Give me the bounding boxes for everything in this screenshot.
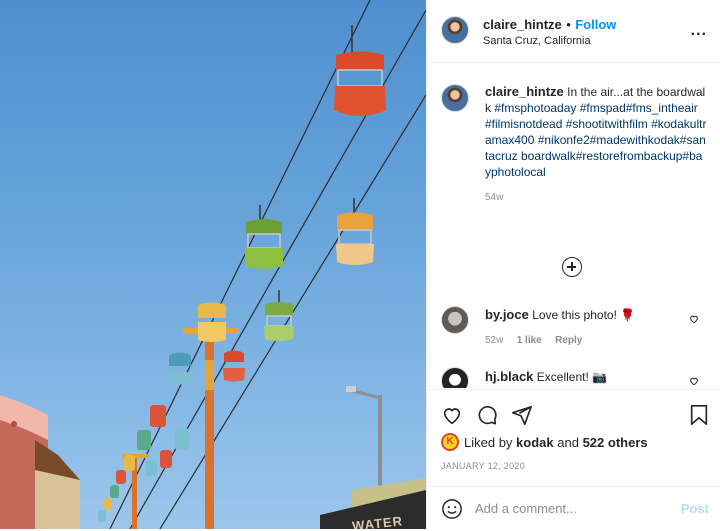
save-bookmark-icon[interactable] <box>689 404 709 426</box>
load-more-comments-icon[interactable] <box>562 257 582 277</box>
comment-hjblack: hj.black Excellent! 📷 <box>485 369 685 385</box>
share-paper-plane-icon[interactable] <box>511 404 533 426</box>
comment-like-heart-icon[interactable] <box>689 376 699 386</box>
gondola-red-small <box>223 350 245 382</box>
comment-like-heart-icon[interactable] <box>689 314 699 324</box>
header-username[interactable]: claire_hintze <box>483 17 562 32</box>
comment-meta: 52w 1 like Reply <box>485 331 685 349</box>
post-date: JANUARY 12, 2020 <box>441 461 526 471</box>
post-actions: K Liked by kodak and 522 others JANUARY … <box>427 389 720 530</box>
likes-middle: and <box>557 435 579 450</box>
comment-text: Love this photo! 🌹 <box>532 308 636 322</box>
comment-reply-button[interactable]: Reply <box>555 335 582 346</box>
gondola-lime <box>264 290 294 341</box>
add-comment-bar: Add a comment... Post <box>427 486 720 531</box>
likes-summary: Liked by kodak and 522 others <box>464 435 648 450</box>
caption-avatar[interactable] <box>441 84 469 112</box>
kodak-avatar-icon[interactable]: K <box>441 433 459 451</box>
comment-time: 52w <box>485 335 504 346</box>
comment-byjoce: by.joce Love this photo! 🌹 52w 1 like Re… <box>485 307 685 349</box>
follow-separator: • <box>566 17 571 32</box>
comment-input[interactable]: Add a comment... <box>475 501 577 516</box>
caption-hashtags[interactable]: #fmsphotoaday #fmspad#fms_intheair #film… <box>485 101 706 179</box>
likes-prefix: Liked by <box>464 435 513 450</box>
post-photo[interactable]: WATER <box>0 0 426 529</box>
follow-button[interactable]: Follow <box>575 17 616 32</box>
header-user-line: claire_hintze • Follow <box>483 16 616 34</box>
avatar[interactable] <box>441 16 469 44</box>
caption-time: 54w <box>485 192 504 203</box>
boardwalk-sky-ride-image <box>0 0 426 529</box>
like-heart-icon[interactable] <box>441 404 463 426</box>
caption-username[interactable]: claire_hintze <box>485 84 564 99</box>
comment-avatar-byjoce[interactable] <box>441 306 469 334</box>
comment-bubble-icon[interactable] <box>476 404 498 426</box>
post-comment-button[interactable]: Post <box>681 501 709 516</box>
post-side-panel: claire_hintze • Follow Santa Cruz, Calif… <box>426 0 720 529</box>
caption: claire_hintze In the air...at the boardw… <box>485 84 707 206</box>
comment-username[interactable]: hj.black <box>485 369 533 384</box>
post-header: claire_hintze • Follow Santa Cruz, Calif… <box>427 0 720 63</box>
comment-likes[interactable]: 1 like <box>517 335 542 346</box>
likes-user[interactable]: kodak <box>516 435 554 450</box>
comment-avatar-hjblack[interactable] <box>441 367 469 388</box>
comments-section: claire_hintze In the air...at the boardw… <box>427 63 720 388</box>
instagram-post-view: WATER claire_hintze • Follow Santa Cruz,… <box>0 0 720 529</box>
gondola-red <box>334 25 386 116</box>
emoji-icon[interactable] <box>441 498 463 520</box>
comment-username[interactable]: by.joce <box>485 307 529 322</box>
location-link[interactable]: Santa Cruz, California <box>483 35 591 47</box>
likes-others[interactable]: 522 others <box>583 435 648 450</box>
more-options-icon[interactable]: ... <box>691 22 707 40</box>
gondola-yellow <box>198 302 226 342</box>
comment-text: Excellent! 📷 <box>536 370 608 384</box>
